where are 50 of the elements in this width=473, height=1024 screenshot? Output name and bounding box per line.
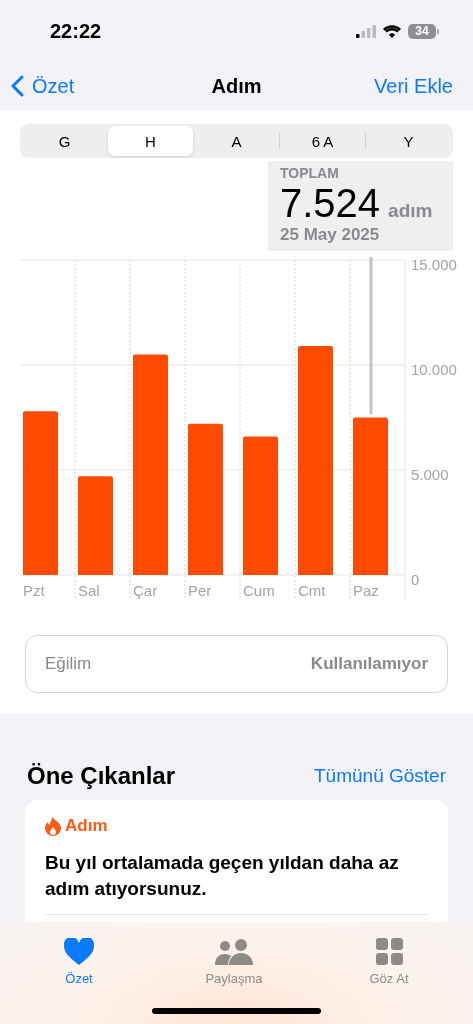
bar[interactable] xyxy=(188,423,223,575)
bar[interactable] xyxy=(298,346,333,575)
axis-label: Çar xyxy=(133,582,158,599)
battery-icon: 34 xyxy=(408,23,439,39)
segment-tab[interactable]: 6 A xyxy=(280,126,365,156)
trend-value: Kullanılamıyor xyxy=(310,654,428,674)
axis-label: Cmt xyxy=(298,582,326,599)
show-all-link[interactable]: Tümünü Göster xyxy=(314,765,446,787)
trend-row[interactable]: Eğilim Kullanılamıyor xyxy=(25,635,448,693)
wifi-icon xyxy=(383,24,401,38)
add-data-button[interactable]: Veri Ekle xyxy=(374,74,453,98)
flame-icon xyxy=(45,816,61,836)
tab-bar-item[interactable]: Göz At xyxy=(347,930,431,986)
trend-label: Eğilim xyxy=(45,654,92,674)
section-title: Öne Çıkanlar xyxy=(27,762,176,790)
axis-label: 15.000 xyxy=(411,256,457,273)
segment-tab[interactable]: G xyxy=(22,126,107,156)
bar[interactable] xyxy=(353,417,388,575)
bar[interactable] xyxy=(78,476,113,575)
highlight-category: Adım xyxy=(65,816,108,836)
highlight-text: Bu yıl ortalamada geçen yıldan daha az adım atıyorsunuz. xyxy=(45,851,400,901)
bar[interactable] xyxy=(243,436,278,575)
axis-label: 0 xyxy=(411,571,420,588)
screen-title: Adım xyxy=(210,74,263,98)
callout-date: 25 May 2025 xyxy=(280,225,381,245)
callout-label: TOPLAM xyxy=(280,165,340,181)
status-time: 22:22 xyxy=(50,19,102,43)
axis-label: Per xyxy=(188,582,212,599)
bar[interactable] xyxy=(23,411,58,575)
people-icon xyxy=(215,939,253,965)
axis-label: 5.000 xyxy=(411,466,449,483)
chevron-left-icon xyxy=(10,75,24,97)
axis-label: Paz xyxy=(353,582,379,599)
axis-label: Pzt xyxy=(23,582,45,599)
unit-label: adım xyxy=(388,200,433,221)
highlight-card[interactable]: Adım Bu yıl ortalamada geçen yıldan daha az adım atıyorsunuz. xyxy=(25,800,448,922)
grid-icon xyxy=(375,938,403,965)
axis-label: Sal xyxy=(78,582,100,599)
axis-label: Cum xyxy=(243,582,275,599)
segment-tab[interactable]: H xyxy=(108,126,193,156)
axis-label: 10.000 xyxy=(411,361,457,378)
bar[interactable] xyxy=(133,354,168,575)
signal-icon xyxy=(356,24,376,38)
step-total: 7.524 xyxy=(280,181,381,225)
back-button[interactable]: Özet xyxy=(10,74,75,98)
heart-icon xyxy=(64,938,94,965)
segment-tab[interactable]: A xyxy=(194,126,279,156)
tab-bar-item[interactable]: Paylaşma xyxy=(192,930,276,986)
segment-tab[interactable]: Y xyxy=(366,126,451,156)
tab-bar-item[interactable]: Özet xyxy=(37,930,121,986)
